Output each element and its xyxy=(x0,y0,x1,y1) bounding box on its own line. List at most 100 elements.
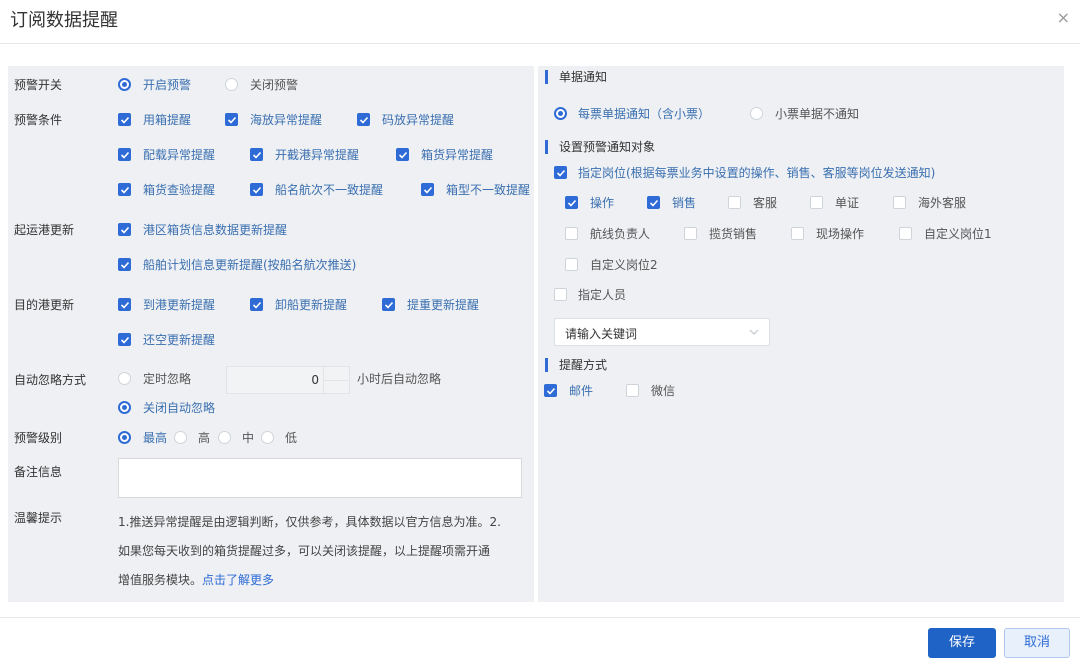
cond-checkbox-9[interactable] xyxy=(421,183,434,196)
level-radio-high[interactable] xyxy=(174,431,187,444)
hours-stepper[interactable]: 0 xyxy=(226,366,350,394)
pos-checkbox-8[interactable] xyxy=(791,227,804,240)
cond-checkbox-5[interactable] xyxy=(250,148,263,161)
pos-checkbox-10[interactable] xyxy=(565,258,578,271)
email-label[interactable]: 邮件 xyxy=(569,383,593,399)
pos-label-8[interactable]: 现场操作 xyxy=(816,226,864,242)
chevron-down-icon xyxy=(749,329,759,335)
dest-checkbox-4[interactable] xyxy=(118,333,131,346)
pos-checkbox-9[interactable] xyxy=(899,227,912,240)
save-button[interactable]: 保存 xyxy=(928,628,996,658)
origin-label-1[interactable]: 港区箱货信息数据更新提醒 xyxy=(143,222,287,238)
single-opt1-label[interactable]: 每票单据通知（含小票） xyxy=(578,106,710,122)
pos-label-9[interactable]: 自定义岗位1 xyxy=(924,226,992,242)
method-section-title: 提醒方式 xyxy=(559,358,608,372)
off-ignore-radio[interactable] xyxy=(118,401,131,414)
single-opt2-label[interactable]: 小票单据不通知 xyxy=(775,106,859,122)
pos-label-3[interactable]: 客服 xyxy=(753,195,777,211)
pos-label-4[interactable]: 单证 xyxy=(835,195,859,211)
dest-label-4[interactable]: 还空更新提醒 xyxy=(143,332,215,348)
dest-label: 目的港更新 xyxy=(14,298,75,312)
dest-label-2[interactable]: 卸船更新提醒 xyxy=(275,297,347,313)
position-label[interactable]: 指定岗位(根据每票业务中设置的操作、销售、客服等岗位发送通知) xyxy=(578,165,935,181)
dest-checkbox-1[interactable] xyxy=(118,298,131,311)
pos-checkbox-1[interactable] xyxy=(565,196,578,209)
conditions-label: 预警条件 xyxy=(14,113,63,127)
switch-off-radio[interactable] xyxy=(225,78,238,91)
pos-checkbox-5[interactable] xyxy=(893,196,906,209)
tip-line-3: 增值服务模块。点击了解更多 xyxy=(118,566,522,595)
cancel-button[interactable]: 取消 xyxy=(1004,628,1070,658)
cond-label-1[interactable]: 用箱提醒 xyxy=(143,112,191,128)
pos-label-1[interactable]: 操作 xyxy=(590,195,614,211)
tip-text: 1.推送异常提醒是由逻辑判断，仅供参考，具体数据以官方信息为准。2. 如果您每天… xyxy=(118,508,522,595)
timed-ignore-label[interactable]: 定时忽略 xyxy=(143,371,191,387)
pos-label-2[interactable]: 销售 xyxy=(672,195,696,211)
timed-ignore-radio[interactable] xyxy=(118,372,131,385)
email-checkbox[interactable] xyxy=(544,384,557,397)
dest-checkbox-3[interactable] xyxy=(382,298,395,311)
level-label: 预警级别 xyxy=(14,431,63,445)
person-checkbox[interactable] xyxy=(554,288,567,301)
switch-label: 预警开关 xyxy=(14,78,63,92)
cond-label-3[interactable]: 码放异常提醒 xyxy=(382,112,454,128)
level-radio-highest[interactable] xyxy=(118,431,131,444)
pos-label-10[interactable]: 自定义岗位2 xyxy=(590,257,658,273)
cond-checkbox-3[interactable] xyxy=(357,113,370,126)
position-checkbox[interactable] xyxy=(554,166,567,179)
pos-label-7[interactable]: 揽货销售 xyxy=(709,226,757,242)
wechat-label[interactable]: 微信 xyxy=(651,383,675,399)
cond-label-9[interactable]: 箱型不一致提醒 xyxy=(446,182,530,198)
dest-label-1[interactable]: 到港更新提醒 xyxy=(143,297,215,313)
level-label-mid[interactable]: 中 xyxy=(242,430,254,446)
cond-checkbox-7[interactable] xyxy=(118,183,131,196)
cond-checkbox-1[interactable] xyxy=(118,113,131,126)
cond-label-5[interactable]: 开截港异常提醒 xyxy=(275,147,359,163)
dest-checkbox-2[interactable] xyxy=(250,298,263,311)
keyword-select[interactable]: 请输入关键词 xyxy=(554,318,770,346)
learn-more-link[interactable]: 点击了解更多 xyxy=(202,573,274,587)
dialog-header xyxy=(0,0,1080,44)
pos-checkbox-7[interactable] xyxy=(684,227,697,240)
hours-suffix: 小时后自动忽略 xyxy=(357,372,442,386)
hours-value[interactable]: 0 xyxy=(311,373,319,387)
switch-off-label[interactable]: 关闭预警 xyxy=(250,77,298,93)
pos-checkbox-4[interactable] xyxy=(810,196,823,209)
wechat-checkbox[interactable] xyxy=(626,384,639,397)
cond-checkbox-8[interactable] xyxy=(250,183,263,196)
cond-checkbox-4[interactable] xyxy=(118,148,131,161)
cond-label-6[interactable]: 箱货异常提醒 xyxy=(421,147,493,163)
tip-label: 温馨提示 xyxy=(14,511,63,525)
level-label-high[interactable]: 高 xyxy=(198,430,210,446)
single-opt1-radio[interactable] xyxy=(554,107,567,120)
switch-on-radio[interactable] xyxy=(118,78,131,91)
note-textarea[interactable] xyxy=(118,458,522,498)
switch-on-label[interactable]: 开启预警 xyxy=(143,77,191,93)
level-label-highest[interactable]: 最高 xyxy=(143,430,167,446)
single-section-title: 单据通知 xyxy=(559,70,608,84)
level-label-low[interactable]: 低 xyxy=(285,430,297,446)
stepper-arrows[interactable] xyxy=(323,367,349,393)
cond-label-7[interactable]: 箱货查验提醒 xyxy=(143,182,215,198)
pos-label-6[interactable]: 航线负责人 xyxy=(590,226,650,242)
single-opt2-radio[interactable] xyxy=(750,107,763,120)
cond-checkbox-2[interactable] xyxy=(225,113,238,126)
origin-label-2[interactable]: 船舶计划信息更新提醒(按船名航次推送) xyxy=(143,257,356,273)
pos-label-5[interactable]: 海外客服 xyxy=(918,195,966,211)
tip-line-2: 如果您每天收到的箱货提醒过多，可以关闭该提醒，以上提醒项需开通 xyxy=(118,544,491,558)
level-radio-low[interactable] xyxy=(261,431,274,444)
dest-label-3[interactable]: 提重更新提醒 xyxy=(407,297,479,313)
off-ignore-label[interactable]: 关闭自动忽略 xyxy=(143,400,215,416)
pos-checkbox-6[interactable] xyxy=(565,227,578,240)
person-label[interactable]: 指定人员 xyxy=(578,287,626,303)
cond-label-2[interactable]: 海放异常提醒 xyxy=(250,112,322,128)
cond-label-8[interactable]: 船名航次不一致提醒 xyxy=(275,182,383,198)
level-radio-mid[interactable] xyxy=(218,431,231,444)
cond-label-4[interactable]: 配载异常提醒 xyxy=(143,147,215,163)
cond-checkbox-6[interactable] xyxy=(396,148,409,161)
origin-checkbox-1[interactable] xyxy=(118,223,131,236)
close-icon[interactable]: × xyxy=(1057,8,1070,28)
pos-checkbox-2[interactable] xyxy=(647,196,660,209)
pos-checkbox-3[interactable] xyxy=(728,196,741,209)
origin-checkbox-2[interactable] xyxy=(118,258,131,271)
